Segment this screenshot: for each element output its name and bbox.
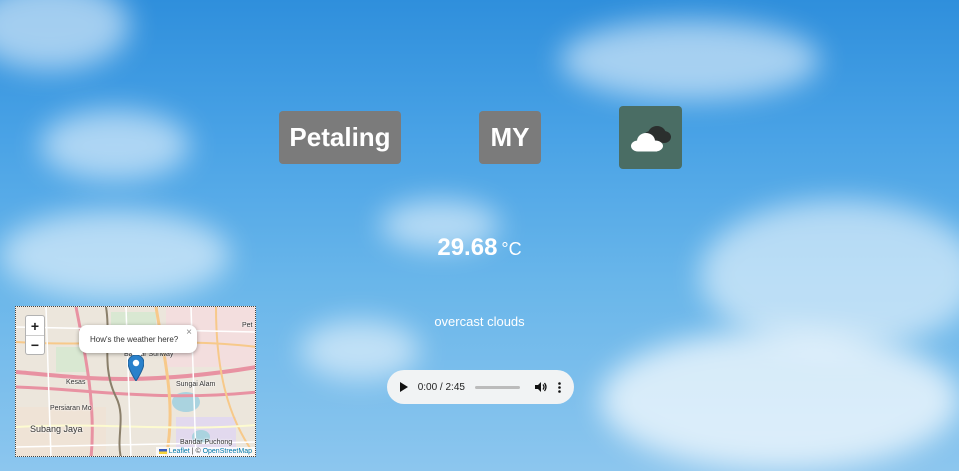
city-name: Petaling (279, 111, 401, 164)
more-options-button[interactable] (555, 380, 564, 394)
map-popup: How's the weather here? × (79, 325, 197, 359)
temperature-value: 29.68 (437, 234, 498, 261)
play-button[interactable] (397, 380, 410, 394)
map-attribution: Leaflet | © OpenStreetMap (155, 447, 255, 456)
leaflet-link[interactable]: Leaflet (169, 448, 190, 455)
map-label: Sungai Alam (176, 381, 216, 388)
temperature-unit: °C (501, 239, 522, 259)
volume-icon (534, 382, 547, 392)
map-label: Kesas (66, 379, 86, 386)
popup-close-button[interactable]: × (186, 327, 192, 338)
leaflet-flag-icon (158, 448, 167, 454)
temperature-display: 29.68 °C (0, 234, 959, 262)
audio-time: 0:00 / 2:45 (417, 381, 465, 393)
audio-progress-bar[interactable] (474, 385, 521, 389)
volume-button[interactable] (534, 380, 547, 394)
zoom-out-button[interactable]: − (26, 335, 44, 354)
map-pin-icon (127, 354, 145, 382)
zoom-in-button[interactable]: + (26, 316, 44, 335)
location-marker[interactable] (127, 354, 145, 386)
openstreetmap-link[interactable]: OpenStreetMap (203, 448, 252, 455)
attribution-separator: | © (189, 448, 203, 455)
map-label: Persiaran Mo (50, 405, 92, 412)
map-label: Subang Jaya (30, 424, 83, 434)
popup-text: How's the weather here? (90, 334, 179, 344)
more-vertical-icon (558, 381, 561, 393)
location-map[interactable]: Bandar Sunway Subang Jaya Bandar Puchong… (15, 306, 256, 457)
overcast-clouds-icon (630, 125, 671, 151)
play-icon (399, 382, 408, 392)
map-label: Pet (242, 322, 253, 329)
zoom-control: + − (25, 315, 45, 355)
map-label: Bandar Puchong (180, 439, 233, 446)
audio-player[interactable]: 0:00 / 2:45 (387, 370, 574, 404)
country-code: MY (479, 111, 541, 164)
weather-icon-box (619, 106, 682, 169)
